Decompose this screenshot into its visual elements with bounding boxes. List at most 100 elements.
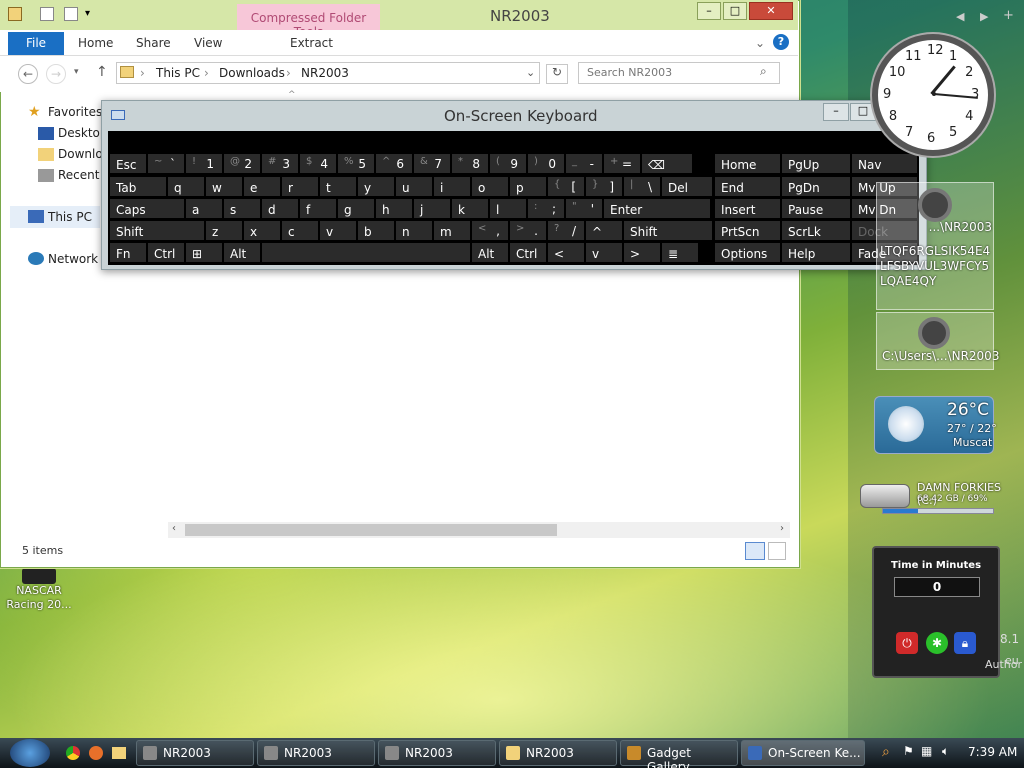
key-backtick[interactable]: ~ ` xyxy=(147,153,185,174)
gadget-prev-icon[interactable]: ◀ xyxy=(956,10,964,23)
key-menu[interactable]: ≣ xyxy=(661,242,699,263)
ribbon-expand-icon[interactable]: ⌄ xyxy=(755,36,765,50)
tab-extract[interactable]: Extract xyxy=(290,36,333,50)
restart-icon[interactable]: ✱ xyxy=(926,632,948,654)
desktop-icon-nascar[interactable]: NASCAR Racing 20... xyxy=(4,568,74,618)
key-scrlk[interactable]: ScrLk xyxy=(781,220,851,241)
start-button[interactable] xyxy=(10,739,50,767)
close-button[interactable]: ✕ xyxy=(749,2,793,20)
key-l[interactable]: l xyxy=(489,198,527,219)
folder-icon[interactable] xyxy=(8,7,22,21)
key-i[interactable]: i xyxy=(433,176,471,197)
taskbar-item[interactable]: NR2003 xyxy=(378,740,496,766)
breadcrumb-downloads[interactable]: Downloads xyxy=(219,66,285,80)
key-9[interactable]: (9 xyxy=(489,153,527,174)
key-p[interactable]: p xyxy=(509,176,547,197)
key-pgdn[interactable]: PgDn xyxy=(781,176,851,197)
key-o[interactable]: o xyxy=(471,176,509,197)
key-2[interactable]: @2 xyxy=(223,153,261,174)
key-shift-left[interactable]: Shift xyxy=(109,220,205,241)
key-end[interactable]: End xyxy=(714,176,781,197)
back-button[interactable]: ← xyxy=(18,64,38,84)
key-space[interactable] xyxy=(261,242,471,263)
minimize-button[interactable]: – xyxy=(697,2,721,20)
key-windows[interactable]: ⊞ xyxy=(185,242,223,263)
key-backspace[interactable]: ⌫ xyxy=(641,153,693,174)
key-insert[interactable]: Insert xyxy=(714,198,781,219)
key-period[interactable]: >. xyxy=(509,220,547,241)
key-shift-right[interactable]: Shift xyxy=(623,220,713,241)
key-b[interactable]: b xyxy=(357,220,395,241)
key-ctrl-left[interactable]: Ctrl xyxy=(147,242,185,263)
forward-button[interactable]: → xyxy=(46,64,66,84)
key-f[interactable]: f xyxy=(299,198,337,219)
tab-share[interactable]: Share xyxy=(136,36,171,50)
gadget-next-icon[interactable]: ▶ xyxy=(980,10,988,23)
key-right[interactable]: > xyxy=(623,242,661,263)
key-fn[interactable]: Fn xyxy=(109,242,147,263)
key-d[interactable]: d xyxy=(261,198,299,219)
key-m[interactable]: m xyxy=(433,220,471,241)
explorer-titlebar[interactable] xyxy=(0,0,798,30)
key-del[interactable]: Del xyxy=(661,176,713,197)
taskbar-item[interactable]: NR2003 xyxy=(257,740,375,766)
explorer-icon[interactable] xyxy=(112,747,126,759)
key-caps[interactable]: Caps xyxy=(109,198,185,219)
breadcrumb-nr2003[interactable]: NR2003 xyxy=(301,66,349,80)
key-up[interactable]: ^ xyxy=(585,220,623,241)
key-n[interactable]: n xyxy=(395,220,433,241)
key-nav[interactable]: Nav xyxy=(851,153,918,174)
search-tray-icon[interactable]: ⌕ xyxy=(882,744,890,760)
flag-icon[interactable]: ⚑ xyxy=(903,744,914,758)
taskbar-item[interactable]: NR2003 xyxy=(499,740,617,766)
key-x[interactable]: x xyxy=(243,220,281,241)
key-tab[interactable]: Tab xyxy=(109,176,167,197)
key-a[interactable]: a xyxy=(185,198,223,219)
key-esc[interactable]: Esc xyxy=(109,153,147,174)
key-lbracket[interactable]: {[ xyxy=(547,176,585,197)
nav-network[interactable]: Network xyxy=(48,252,98,266)
quick-access-dropdown-icon[interactable]: ▾ xyxy=(85,8,90,19)
tab-file[interactable]: File xyxy=(8,32,64,55)
key-prtscn[interactable]: PrtScn xyxy=(714,220,781,241)
key-j[interactable]: j xyxy=(413,198,451,219)
key-w[interactable]: w xyxy=(205,176,243,197)
key-ctrl-right[interactable]: Ctrl xyxy=(509,242,547,263)
key-z[interactable]: z xyxy=(205,220,243,241)
taskbar-item[interactable]: On-Screen Ke... xyxy=(741,740,865,766)
key-k[interactable]: k xyxy=(451,198,489,219)
key-minus[interactable]: _ - xyxy=(565,153,603,174)
scroll-left-icon[interactable]: ‹ xyxy=(172,523,176,534)
key-options[interactable]: Options xyxy=(714,242,781,263)
timer-value[interactable]: 0 xyxy=(894,577,980,597)
up-button[interactable]: ↑ xyxy=(96,64,108,80)
large-icons-view-icon[interactable] xyxy=(768,542,786,560)
search-icon[interactable]: ⌕ xyxy=(760,64,767,79)
key-rbracket[interactable]: }] xyxy=(585,176,623,197)
key-7[interactable]: & 7 xyxy=(413,153,451,174)
key-5[interactable]: % 5 xyxy=(337,153,375,174)
add-gadget-icon[interactable]: + xyxy=(1003,8,1014,23)
key-c[interactable]: c xyxy=(281,220,319,241)
key-left[interactable]: < xyxy=(547,242,585,263)
compressed-folder-tools-tab[interactable]: Compressed Folder Tools xyxy=(237,4,380,39)
key-4[interactable]: $4 xyxy=(299,153,337,174)
nav-favorites[interactable]: Favorites xyxy=(48,105,102,119)
key-y[interactable]: y xyxy=(357,176,395,197)
nav-this-pc[interactable]: This PC xyxy=(48,210,92,224)
help-icon[interactable]: ? xyxy=(773,34,789,50)
key-comma[interactable]: <, xyxy=(471,220,509,241)
key-equals[interactable]: + = xyxy=(603,153,641,174)
key-home[interactable]: Home xyxy=(714,153,781,174)
properties-icon[interactable] xyxy=(40,7,54,21)
key-backslash[interactable]: | \ xyxy=(623,176,661,197)
key-help[interactable]: Help xyxy=(781,242,851,263)
key-6[interactable]: ^ 6 xyxy=(375,153,413,174)
key-0[interactable]: ) 0 xyxy=(527,153,565,174)
key-t[interactable]: t xyxy=(319,176,357,197)
key-s[interactable]: s xyxy=(223,198,261,219)
key-q[interactable]: q xyxy=(167,176,205,197)
scroll-right-icon[interactable]: › xyxy=(780,523,784,534)
lock-icon[interactable]: 🔒︎ xyxy=(954,632,976,654)
scrollbar-thumb[interactable] xyxy=(185,524,557,536)
